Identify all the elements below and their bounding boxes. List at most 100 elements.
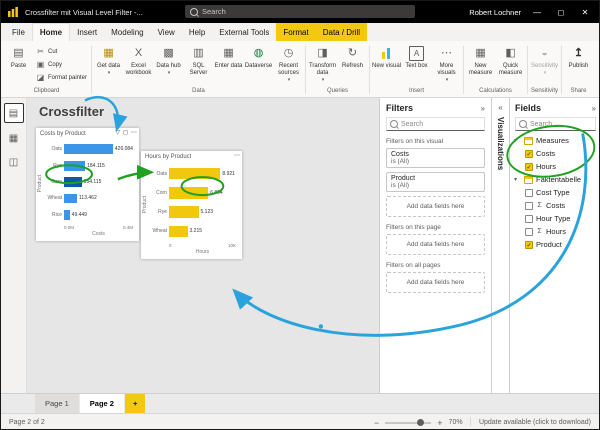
filter-field-name: Product: [391, 175, 416, 182]
filter-card-costs[interactable]: Costs is (All): [386, 148, 485, 168]
publish-button[interactable]: ↥ Publish: [564, 43, 593, 86]
zoom-level[interactable]: 70%: [449, 419, 463, 426]
excel-workbook-button[interactable]: X Excel workbook: [124, 43, 153, 86]
rail-data-view[interactable]: ▦: [5, 129, 23, 147]
menu-tab-view[interactable]: View: [151, 23, 182, 41]
visual-costs-by-product[interactable]: ▽ ◻ ⋯ Costs by Product Oats 426.084 Rye 184…: [36, 128, 139, 241]
transform-data-button[interactable]: ◨ Transform data ▾: [308, 43, 337, 86]
filter-card-product[interactable]: Product is (All): [386, 172, 485, 192]
field-checkbox[interactable]: ✓: [525, 149, 533, 158]
fields-item-hours[interactable]: ✓ Hours: [510, 160, 599, 173]
fields-item-hour-type[interactable]: Hour Type: [510, 212, 599, 225]
recent-sources-button[interactable]: ◷ Recent sources ▾: [274, 43, 303, 86]
field-checkbox[interactable]: [525, 214, 533, 223]
field-checkbox[interactable]: [525, 188, 533, 197]
user-name[interactable]: Robert Lochner: [469, 8, 521, 17]
field-checkbox[interactable]: [525, 201, 533, 210]
canvas-title-textbox[interactable]: Crossfilter: [39, 104, 104, 119]
bar[interactable]: [64, 209, 70, 220]
x-axis: 0 10K Hours: [169, 243, 236, 257]
get-data-button[interactable]: ▦ Get data ▾: [94, 43, 123, 86]
fields-item-cost-type[interactable]: Cost Type: [510, 186, 599, 199]
update-available-link[interactable]: Update available (click to download): [479, 419, 591, 426]
menu-tab-file[interactable]: File: [5, 23, 32, 41]
focus-mode-icon[interactable]: ◻: [123, 129, 128, 136]
collapse-pane-icon[interactable]: »: [481, 104, 485, 113]
field-checkbox[interactable]: [525, 227, 533, 236]
quick-measure-button[interactable]: ◧ Quick measure: [496, 43, 525, 86]
fields-item-costs[interactable]: ✓ Costs: [510, 147, 599, 160]
zoom-slider[interactable]: [385, 419, 432, 426]
cut-button[interactable]: ✂ Cut: [34, 46, 89, 57]
visualizations-pane-collapsed[interactable]: « Visualizations: [491, 98, 509, 393]
new-page-button[interactable]: +: [124, 394, 146, 413]
more-options-icon[interactable]: ⋯: [234, 152, 240, 159]
rail-report-view[interactable]: ▤: [3, 103, 24, 123]
text-box-button[interactable]: A Text box: [402, 43, 431, 86]
paste-button[interactable]: ▤ Paste: [4, 43, 33, 86]
fields-item-costs[interactable]: Σ Costs: [510, 199, 599, 212]
new-visual-button[interactable]: New visual: [372, 43, 401, 86]
minimize-button[interactable]: —: [529, 8, 545, 17]
zoom-slider-thumb[interactable]: [416, 419, 424, 426]
bar[interactable]: [64, 160, 86, 171]
copy-icon: ▣: [36, 60, 45, 69]
bar[interactable]: [169, 206, 199, 218]
fields-group-faktentabelle[interactable]: ▾ Faktentabelle: [510, 173, 599, 186]
ribbon-group-share: ↥ Publish Share: [563, 43, 594, 97]
rail-model-view[interactable]: ◫: [5, 153, 23, 171]
field-checkbox[interactable]: ✓: [525, 240, 533, 249]
page-tab-page-1[interactable]: Page 1: [35, 394, 79, 413]
fields-group-measures[interactable]: ▾ Measures: [510, 134, 599, 147]
ribbon-group-insert: New visual A Text box ⋯ More visuals ▾ Insert: [371, 43, 462, 97]
value-label: 113.462: [79, 195, 97, 202]
fields-item-product[interactable]: ✓ Product: [510, 238, 599, 251]
more-visuals-button[interactable]: ⋯ More visuals ▾: [432, 43, 461, 86]
copy-button[interactable]: ▣ Copy: [34, 59, 89, 70]
menu-tab-modeling[interactable]: Modeling: [104, 23, 150, 41]
more-visuals-icon: ⋯: [441, 47, 453, 59]
window-title: Crossfilter mit Visual Level Filter -...: [25, 7, 143, 17]
fields-search-input[interactable]: Search: [515, 117, 596, 131]
expand-pane-icon[interactable]: «: [498, 103, 502, 112]
menu-tab-external-tools[interactable]: External Tools: [212, 23, 276, 41]
collapse-pane-icon[interactable]: »: [592, 104, 596, 113]
bar[interactable]: [169, 187, 209, 199]
close-button[interactable]: ✕: [577, 8, 593, 17]
titlebar-search-input[interactable]: Search: [185, 5, 415, 18]
bar[interactable]: [64, 193, 78, 204]
menu-tab-data-drill[interactable]: Data / Drill: [315, 23, 368, 41]
filter-funnel-icon[interactable]: ▽: [115, 129, 120, 136]
refresh-button[interactable]: ↻ Refresh: [338, 43, 367, 86]
maximize-button[interactable]: ◻: [553, 8, 569, 17]
search-icon: [519, 120, 527, 128]
sql-server-button[interactable]: ▥ SQL Server: [184, 43, 213, 86]
add-data-fields-target[interactable]: Add data fields here: [386, 234, 485, 255]
bar[interactable]: [64, 144, 113, 155]
menu-tab-home[interactable]: Home: [31, 23, 71, 41]
data-hub-button[interactable]: ▩ Data hub ▾: [154, 43, 183, 86]
visual-hours-by-product[interactable]: ⋯ Hours by Product Oats 8.921 Corn 6.804 Rye…: [141, 151, 242, 259]
bar[interactable]: [64, 177, 82, 187]
more-options-icon[interactable]: ⋯: [131, 129, 137, 136]
bar[interactable]: [169, 167, 221, 180]
new-measure-button[interactable]: ▦ New measure: [466, 43, 495, 86]
add-data-fields-target[interactable]: Add data fields here: [386, 272, 485, 293]
menu-tab-insert[interactable]: Insert: [70, 23, 104, 41]
format-painter-button[interactable]: ◪ Format painter: [34, 72, 89, 83]
enter-data-button[interactable]: ▦ Enter data: [214, 43, 243, 86]
menu-tab-format[interactable]: Format: [276, 23, 316, 41]
bar[interactable]: [169, 225, 188, 238]
menu-tab-help[interactable]: Help: [182, 23, 212, 41]
dataverse-button[interactable]: ◍ Dataverse: [244, 43, 273, 86]
report-canvas[interactable]: Crossfilter ▽ ◻ ⋯ Costs by Product Oats 4…: [27, 98, 379, 393]
fields-item-hours[interactable]: Σ Hours: [510, 225, 599, 238]
filters-search-input[interactable]: Search: [386, 117, 485, 131]
zoom-out-button[interactable]: −: [374, 418, 379, 428]
zoom-in-button[interactable]: +: [437, 418, 442, 428]
page-tab-page-2[interactable]: Page 2: [79, 394, 124, 413]
field-checkbox[interactable]: ✓: [525, 162, 533, 171]
ribbon: ▤ Paste ✂ Cut ▣ Copy ◪ Format painter Clipboard ▦…: [1, 41, 599, 98]
sensitivity-button[interactable]: ◒ Sensitivity ▾: [530, 43, 559, 86]
add-data-fields-target[interactable]: Add data fields here: [386, 196, 485, 217]
